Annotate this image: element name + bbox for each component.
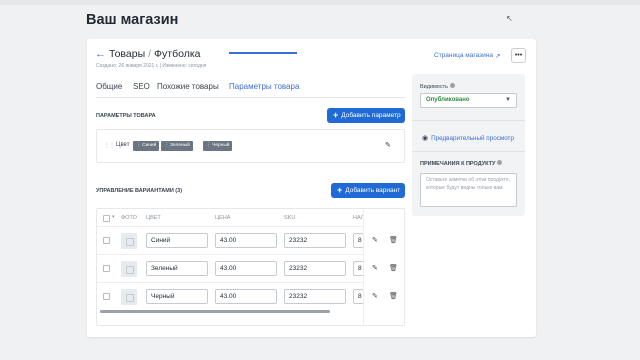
sidebar-panel: Видимость Опубликовано ▼ ◉ Предварительный…: [412, 74, 525, 216]
param-value-chip: ⋮ Зеленый: [161, 141, 193, 151]
column-header-color: ЦВЕТ: [146, 215, 161, 221]
info-icon: [497, 160, 503, 165]
tab-product-params[interactable]: Параметры товара: [229, 82, 299, 91]
breadcrumb-current: Футболка: [154, 48, 201, 60]
tab-seo[interactable]: SEO: [133, 82, 150, 91]
color-field[interactable]: Черный: [146, 289, 208, 304]
pencil-icon[interactable]: ✎: [372, 292, 378, 300]
trash-icon[interactable]: 🗑: [389, 264, 398, 272]
notes-label: ПРИМЕЧАНИЯ К ПРОДУКТУ: [420, 160, 503, 167]
active-tab-indicator: [229, 52, 297, 54]
plus-icon: +: [333, 110, 339, 120]
mouse-cursor-icon: ↖: [506, 14, 513, 23]
external-link-icon[interactable]: ↗: [495, 52, 500, 60]
color-field[interactable]: Зеленый: [146, 261, 208, 276]
sku-field[interactable]: 23232: [284, 289, 346, 304]
photo-placeholder[interactable]: [121, 289, 137, 305]
color-field[interactable]: Синий: [146, 233, 208, 248]
row-divider: [97, 254, 404, 255]
price-field[interactable]: 43.00: [215, 261, 277, 276]
param-name: Цвет: [116, 142, 130, 148]
param-value-chip: ⋮ Синий: [133, 141, 160, 151]
pencil-icon[interactable]: ✎: [372, 236, 378, 244]
row-checkbox[interactable]: [103, 237, 110, 244]
add-variant-button[interactable]: + Добавить вариант: [331, 183, 405, 198]
add-parameter-button[interactable]: + Добавить параметр: [327, 108, 405, 123]
horizontal-scrollbar[interactable]: [100, 310, 330, 313]
sidebar-divider: [412, 120, 525, 121]
page-title: Ваш магазин: [86, 12, 179, 28]
breadcrumb-parent[interactable]: Товары: [109, 48, 145, 60]
pencil-icon[interactable]: ✎: [385, 141, 391, 149]
column-header-price: ЦЕНА: [215, 215, 231, 221]
photo-placeholder[interactable]: [121, 233, 137, 249]
sku-field[interactable]: 23232: [284, 233, 346, 248]
breadcrumb: Товары / Футболка: [109, 48, 201, 60]
row-checkbox[interactable]: [103, 265, 110, 272]
sidebar-divider: [412, 151, 525, 152]
visibility-select[interactable]: Опубликовано ▼: [420, 93, 517, 108]
params-section-title: ПАРАМЕТРЫ ТОВАРА: [96, 113, 156, 119]
photo-placeholder[interactable]: [121, 261, 137, 277]
preview-link[interactable]: ◉ Предварительный просмотр: [422, 134, 514, 142]
variants-section-title: УПРАВЛЕНИЕ ВАРИАНТАМИ (3): [96, 188, 183, 194]
param-value-chip: ⋮ Черный: [203, 141, 233, 151]
notes-textarea[interactable]: Оставьте заметки об этом продукте, котор…: [420, 173, 517, 207]
breadcrumb-separator: /: [148, 48, 152, 60]
column-header-photo: ФОТО: [121, 215, 137, 221]
tab-related-products[interactable]: Похожие товары: [157, 82, 219, 91]
row-divider: [97, 226, 404, 227]
column-header-sku: SKU: [284, 215, 296, 221]
chevron-down-icon[interactable]: ▾: [112, 214, 115, 220]
price-field[interactable]: 43.00: [215, 289, 277, 304]
trash-icon[interactable]: 🗑: [389, 236, 398, 244]
arrow-left-icon[interactable]: ←: [95, 48, 106, 60]
price-field[interactable]: 43.00: [215, 233, 277, 248]
visibility-label: Видимость: [420, 83, 455, 90]
sku-field[interactable]: 23232: [284, 261, 346, 276]
row-checkbox[interactable]: [103, 293, 110, 300]
info-icon: [450, 83, 455, 88]
eye-icon: ◉: [422, 135, 429, 142]
row-actions-column: ✎ 🗑 ✎ 🗑 ✎ 🗑: [363, 209, 404, 325]
tabs-divider: [96, 97, 405, 98]
store-page-link[interactable]: Страница магазина: [434, 52, 493, 59]
plus-icon: +: [337, 185, 343, 195]
select-all-checkbox[interactable]: [103, 215, 110, 222]
param-row: ⋮⋮ Цвет ⋮ Синий ⋮ Зеленый ⋮ Черный ✎: [96, 129, 405, 163]
drag-handle-icon[interactable]: ⋮⋮: [104, 142, 115, 149]
tab-general[interactable]: Общие: [96, 82, 122, 91]
variants-table: ▾ ФОТО ЦВЕТ ЦЕНА SKU НАЛИЧИЕ Синий 43.00…: [96, 208, 405, 326]
trash-icon[interactable]: 🗑: [389, 292, 398, 300]
row-divider: [97, 282, 404, 283]
chevron-down-icon: ▼: [505, 97, 511, 103]
more-actions-button[interactable]: •••: [511, 48, 526, 63]
product-meta: Создано: 26 января 2021 г. | Изменено: с…: [96, 63, 207, 69]
pencil-icon[interactable]: ✎: [372, 264, 378, 272]
product-editor-card: ← Товары / Футболка Создано: 26 января 202…: [87, 39, 536, 337]
top-bar: [0, 0, 640, 5]
